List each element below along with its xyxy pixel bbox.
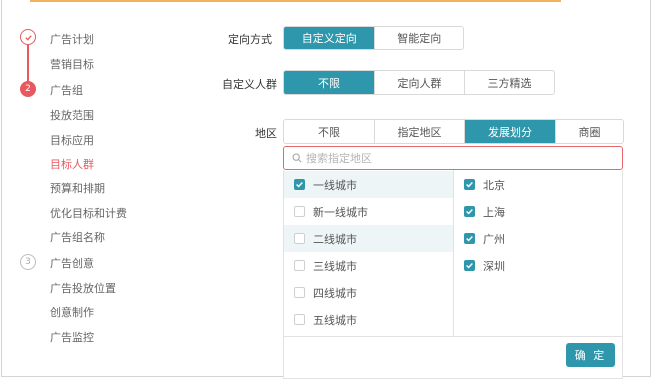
checkbox-checked[interactable] — [464, 233, 475, 244]
targeting-smart-option[interactable]: 智能定向 — [374, 27, 463, 49]
city-label: 上海 — [483, 205, 505, 219]
check-icon — [466, 236, 473, 242]
city-tier-label: 二线城市 — [313, 232, 357, 246]
check-icon — [466, 182, 473, 188]
city-tier-label: 四线城市 — [313, 286, 357, 300]
checkbox-checked[interactable] — [464, 260, 475, 271]
targeting-custom-option[interactable]: 自定义定向 — [284, 27, 375, 49]
region-unlimited-option[interactable]: 不限 — [284, 120, 374, 143]
nav-optimize-billing[interactable]: 优化目标和计费 — [50, 205, 127, 221]
nav-adgroup-name[interactable]: 广告组名称 — [50, 229, 105, 245]
city-row[interactable]: 北京 — [454, 171, 622, 198]
confirm-button[interactable]: 确 定 — [566, 343, 615, 367]
city-label: 广州 — [483, 232, 505, 246]
checkbox-unchecked[interactable] — [294, 206, 305, 217]
nav-budget-schedule[interactable]: 预算和排期 — [50, 180, 105, 196]
audience-targeted-option[interactable]: 定向人群 — [374, 71, 464, 94]
check-icon — [466, 263, 473, 269]
nav-placement[interactable]: 广告投放位置 — [50, 280, 116, 296]
step-ad-group[interactable]: 广告组 — [50, 82, 83, 98]
step-1-check-icon — [20, 29, 36, 45]
custom-audience-toggle: 不限 定向人群 三方精选 — [283, 70, 555, 95]
targeting-mode-label: 定向方式 — [228, 33, 272, 46]
city-tier-row[interactable]: 四线城市 — [284, 279, 453, 306]
custom-audience-label: 自定义人群 — [222, 78, 277, 91]
city-tier-label: 三线城市 — [313, 259, 357, 273]
checkbox-unchecked[interactable] — [294, 233, 305, 244]
city-label: 深圳 — [483, 259, 505, 273]
city-tier-label: 一线城市 — [313, 178, 357, 192]
nav-creative-make[interactable]: 创意制作 — [50, 304, 94, 320]
city-tier-row[interactable]: 二线城市 — [284, 225, 453, 252]
region-search-input[interactable] — [306, 151, 606, 165]
step-ad-creative[interactable]: 广告创意 — [50, 255, 94, 271]
region-specified-option[interactable]: 指定地区 — [374, 120, 464, 143]
city-tier-row[interactable]: 新一线城市 — [284, 198, 453, 225]
nav-target-audience[interactable]: 目标人群 — [50, 156, 94, 172]
region-search-box — [283, 146, 623, 170]
nav-target-app[interactable]: 目标应用 — [50, 132, 94, 148]
city-row[interactable]: 上海 — [454, 198, 622, 225]
nav-marketing-goal[interactable]: 营销目标 — [50, 56, 94, 72]
city-tier-label: 五线城市 — [313, 313, 357, 327]
city-tier-row[interactable]: 五线城市 — [284, 306, 453, 333]
check-icon — [24, 34, 32, 41]
step-2-badge: 2 — [20, 81, 36, 97]
city-row[interactable]: 深圳 — [454, 252, 622, 279]
audience-unlimited-option[interactable]: 不限 — [284, 71, 374, 94]
region-business-district-option[interactable]: 商圈 — [555, 120, 623, 143]
checkbox-unchecked[interactable] — [294, 314, 305, 325]
audience-third-party-option[interactable]: 三方精选 — [464, 71, 554, 94]
search-icon — [292, 153, 302, 163]
top-accent-bar — [30, 0, 561, 2]
city-label: 北京 — [483, 178, 505, 192]
check-icon — [296, 182, 303, 188]
checkbox-unchecked[interactable] — [294, 287, 305, 298]
region-development-option[interactable]: 发展划分 — [464, 120, 555, 143]
city-tier-label: 新一线城市 — [313, 205, 368, 219]
targeting-mode-toggle: 自定义定向 智能定向 — [283, 26, 464, 50]
checkbox-checked[interactable] — [464, 179, 475, 190]
region-toggle: 不限 指定地区 发展划分 商圈 — [283, 119, 624, 144]
city-tier-row[interactable]: 一线城市 — [284, 171, 453, 198]
panel-footer-divider — [284, 336, 622, 337]
checkbox-checked[interactable] — [464, 206, 475, 217]
step-connector-line — [27, 45, 29, 82]
checkbox-checked[interactable] — [294, 179, 305, 190]
nav-delivery-scope[interactable]: 投放范围 — [50, 107, 94, 123]
region-label: 地区 — [255, 127, 277, 140]
checkbox-unchecked[interactable] — [294, 260, 305, 271]
nav-ad-monitor[interactable]: 广告监控 — [50, 329, 94, 345]
step-3-badge: 3 — [20, 254, 36, 270]
step-ad-plan[interactable]: 广告计划 — [50, 31, 94, 47]
city-tier-row[interactable]: 三线城市 — [284, 252, 453, 279]
city-row[interactable]: 广州 — [454, 225, 622, 252]
check-icon — [466, 209, 473, 215]
